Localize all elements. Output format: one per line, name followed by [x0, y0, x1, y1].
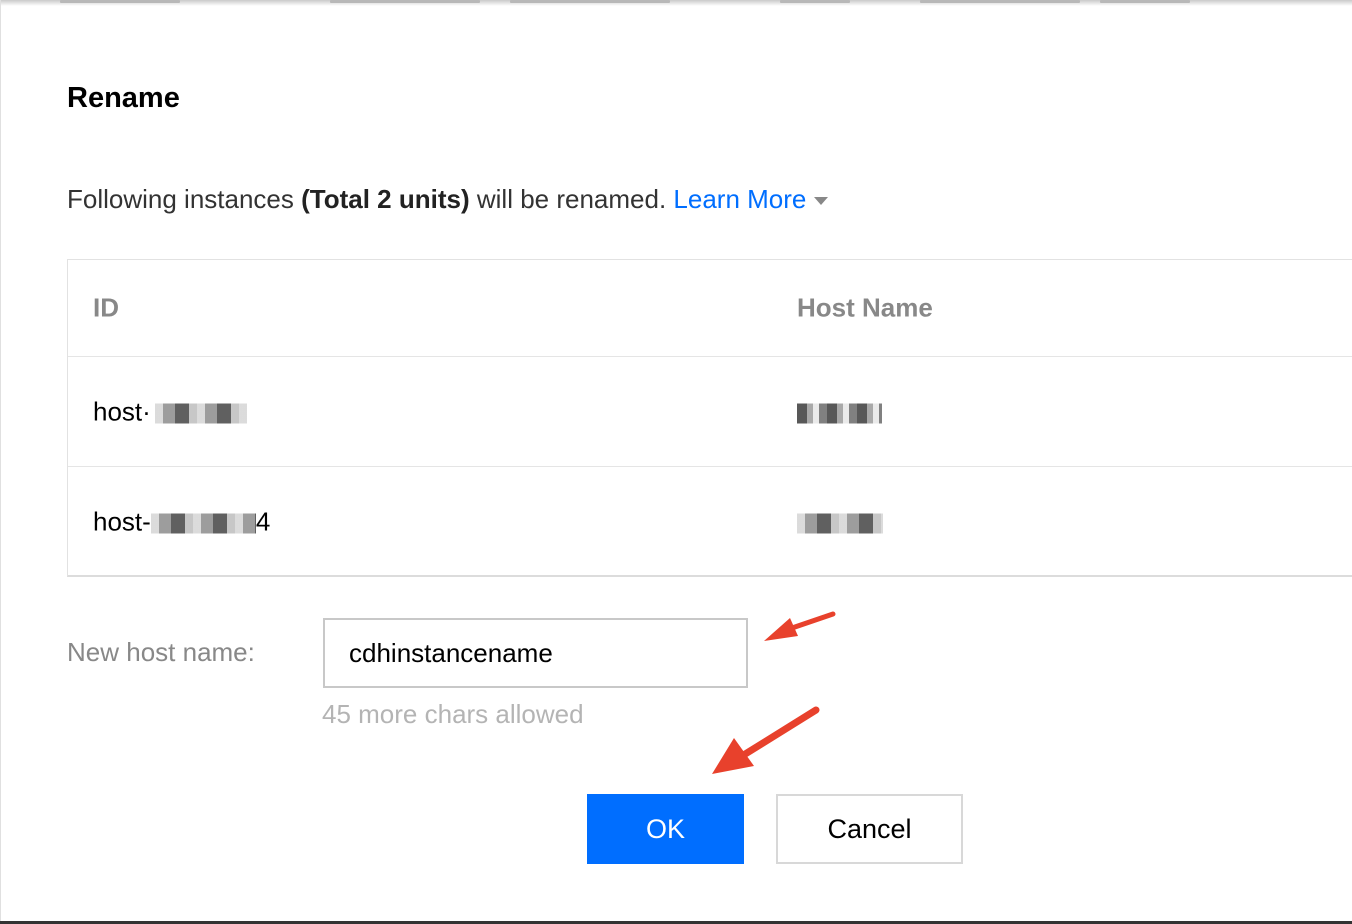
instance-id-prefix: host·	[93, 396, 151, 426]
learn-more-link[interactable]: Learn More	[673, 184, 829, 214]
table-header-row: ID Host Name	[68, 260, 1352, 357]
instances-table: ID Host Name host· host- 4	[67, 259, 1352, 577]
new-host-name-label: New host name:	[67, 637, 255, 667]
chars-allowed-hint: 45 more chars allowed	[322, 699, 584, 729]
dialog-title: Rename	[67, 82, 180, 114]
intro-total: (Total 2 units)	[301, 184, 470, 214]
table-row: host·	[68, 357, 1352, 467]
rename-dialog: Rename Following instances (Total 2 unit…	[0, 0, 1352, 924]
instance-id-cell: host·	[93, 396, 247, 427]
header-id: ID	[93, 292, 119, 323]
instance-id-suffix: 4	[255, 506, 271, 537]
ok-button[interactable]: OK	[587, 794, 744, 864]
host-name-cell	[797, 507, 883, 538]
redacted-id	[154, 403, 247, 424]
intro-text: Following instances (Total 2 units) will…	[67, 184, 829, 215]
caret-down-icon[interactable]	[814, 197, 829, 206]
host-name-cell	[797, 396, 882, 427]
learn-more-label: Learn More	[673, 184, 807, 214]
instance-id-cell: host- 4	[93, 507, 270, 538]
redacted-host-name	[797, 513, 883, 534]
top-edge-background	[0, 0, 1352, 6]
intro-suffix: will be renamed.	[469, 184, 674, 214]
cancel-button[interactable]: Cancel	[776, 794, 963, 864]
red-arrow-icon	[712, 706, 820, 774]
red-arrow-icon	[764, 611, 836, 641]
intro-prefix: Following instances	[67, 184, 302, 214]
header-host-name: Host Name	[797, 292, 933, 323]
new-host-name-input[interactable]	[323, 618, 748, 688]
redacted-id	[150, 513, 256, 534]
instance-id-prefix: host-	[93, 506, 151, 537]
table-row: host- 4	[68, 467, 1352, 577]
redacted-host-name	[797, 403, 882, 424]
left-edge	[0, 0, 1, 924]
